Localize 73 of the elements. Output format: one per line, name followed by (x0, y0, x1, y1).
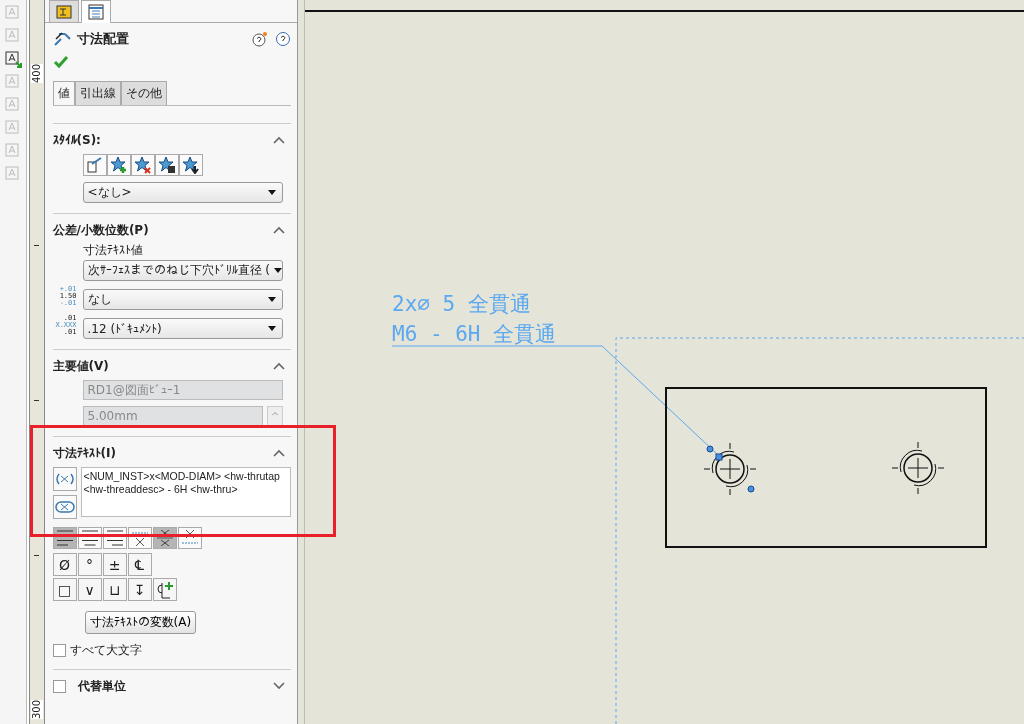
style-button[interactable] (130, 154, 155, 176)
panel-tab[interactable] (48, 0, 79, 22)
align-button[interactable] (102, 527, 127, 549)
align-button[interactable] (127, 527, 152, 549)
inspection-dimension-button[interactable] (52, 495, 77, 519)
tab[interactable]: 引出線 (74, 81, 121, 105)
symbol-button[interactable]: ∨ (77, 578, 102, 601)
tab[interactable]: その他 (120, 81, 167, 105)
align-button[interactable] (152, 527, 177, 549)
style-apply-icon (85, 156, 104, 174)
style-button[interactable] (154, 154, 179, 176)
section-title: 主要値(V) (52, 357, 109, 375)
expand-icon[interactable] (273, 682, 286, 690)
ruler-label: 300 (31, 700, 44, 720)
symbol-button[interactable]: ℄ (127, 553, 152, 576)
tolerance-dropdown[interactable]: なし (82, 289, 283, 310)
section-title: ｽﾀｲﾙ(S): (52, 133, 101, 147)
grip-handle[interactable] (747, 485, 755, 493)
panel-tab[interactable] (80, 0, 111, 23)
dimension-text-field[interactable]: <NUM_INST>x<MOD-DIAM> <hw-thrutap <hw-threaddesc> - 6H <hw-thru> (80, 467, 291, 517)
panel-title: 寸法配置 (76, 30, 130, 48)
symbol-button[interactable]: ↧ (127, 578, 152, 601)
align-below-icon (181, 530, 198, 546)
dimension-icon (52, 31, 71, 47)
inspection-icon (54, 501, 75, 513)
whats-new-help-icon[interactable] (251, 31, 270, 47)
parentheses-icon (54, 473, 75, 485)
star-add-icon (109, 156, 128, 174)
symbol-button[interactable]: ± (102, 553, 127, 576)
tab[interactable]: 値 (52, 81, 75, 105)
dimension-text-variables-button[interactable]: 寸法ﾃｷｽﾄの変数(A) (84, 611, 197, 634)
hole-drawing (703, 442, 757, 496)
symbol-button[interactable]: Ø (52, 553, 77, 576)
field-label: 寸法ﾃｷｽﾄ値 (82, 242, 144, 259)
style-dropdown[interactable]: <なし> (82, 182, 283, 203)
align-above-icon (131, 530, 148, 546)
section-title: 公差/小数位数(P) (52, 221, 149, 239)
symbol-button[interactable]: ° (77, 553, 102, 576)
collapse-icon[interactable] (273, 136, 286, 144)
star-delete-icon (133, 156, 152, 174)
align-button[interactable] (52, 527, 77, 549)
align-button[interactable] (77, 527, 102, 549)
star-load-icon (181, 156, 200, 174)
collapse-icon[interactable] (273, 449, 286, 457)
checkbox[interactable] (52, 679, 66, 693)
add-parentheses-button[interactable] (52, 467, 77, 491)
property-manager-icon (55, 4, 72, 19)
spin-up-icon[interactable] (266, 406, 283, 426)
symbol-button[interactable]: ⊔ (102, 578, 127, 601)
checkbox-label: すべて大文字 (69, 642, 142, 659)
list-icon (87, 4, 104, 20)
ruler-label: 400 (31, 64, 44, 84)
collapse-icon[interactable] (273, 226, 286, 234)
section-title: 代替単位 (77, 677, 126, 695)
align-center-icon (81, 530, 98, 546)
hole-drawing (891, 441, 945, 495)
more-symbols-button[interactable] (152, 578, 177, 601)
collapse-icon[interactable] (273, 362, 286, 370)
style-button[interactable] (178, 154, 203, 176)
section-title: 寸法ﾃｷｽﾄ(I) (52, 444, 116, 462)
style-button[interactable] (106, 154, 131, 176)
align-left-icon (56, 530, 73, 546)
text-value-dropdown[interactable]: 次ｻｰﾌｪｽまでのねじ下穴ﾄﾞﾘﾙ直径 ( (82, 260, 283, 281)
align-right-icon (106, 530, 123, 546)
align-middle-icon (156, 530, 173, 546)
precision-dropdown[interactable]: .12 (ﾄﾞｷｭﾒﾝﾄ) (82, 318, 283, 339)
tool-icon[interactable] (4, 50, 23, 68)
ok-check-icon[interactable] (52, 55, 69, 69)
centerline-plus-icon (155, 580, 174, 599)
checkbox[interactable] (52, 644, 66, 657)
star-save-icon (157, 156, 176, 174)
help-icon[interactable] (275, 31, 292, 47)
symbol-button[interactable]: □ (52, 578, 77, 601)
